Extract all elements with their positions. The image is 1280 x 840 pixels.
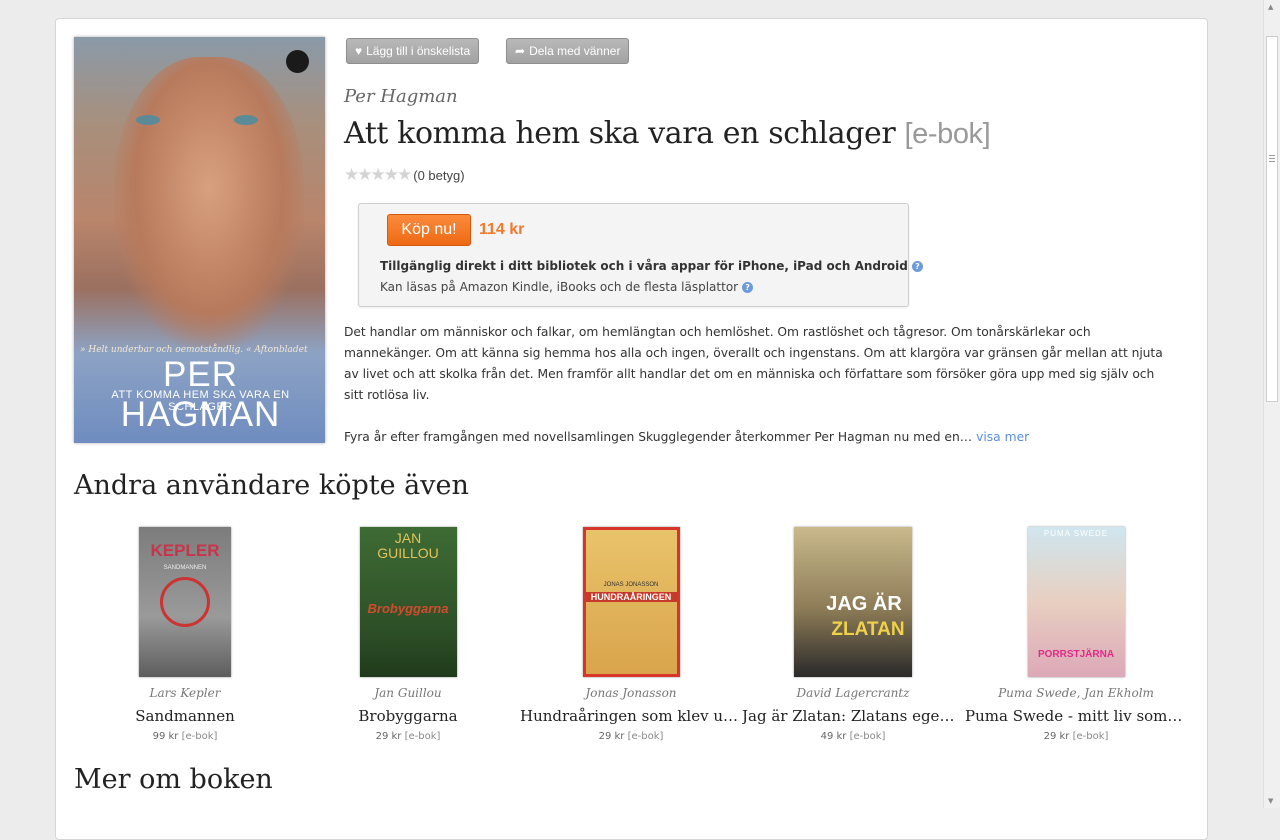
recommendation-title[interactable]: Puma Swede - mitt liv som p... — [965, 707, 1187, 725]
recommendation-price: 29 kr [e-bok] — [965, 731, 1187, 742]
recommendation-price: 29 kr [e-bok] — [297, 731, 519, 742]
star-icon[interactable]: ★ — [384, 167, 399, 184]
price: 114 kr — [479, 221, 525, 238]
share-arrow-icon: ➦ — [515, 44, 526, 58]
recommendation-title[interactable]: Jag är Zlatan: Zlatans egen b... — [742, 707, 964, 725]
vertical-scrollbar[interactable]: ▲ ▼ — [1263, 0, 1280, 808]
recommendation-author[interactable]: Jonas Jonasson — [520, 686, 742, 700]
show-more-link[interactable]: visa mer — [976, 430, 1029, 444]
recommendation-format: [e-bok] — [1072, 731, 1109, 742]
star-icon[interactable]: ★ — [371, 167, 386, 184]
recommendation-title[interactable]: Hundraåringen som klev ut g... — [520, 707, 742, 725]
recommendation-format: [e-bok] — [181, 731, 218, 742]
recommendation-item[interactable]: KEPLER SANDMANNEN Lars Kepler Sandmannen… — [74, 527, 296, 742]
grip-line — [1269, 158, 1275, 159]
description-paragraph: Det handlar om människor och falkar, om … — [344, 325, 1163, 402]
cover-top-text: KEPLER — [150, 541, 220, 560]
book-title-text: Att komma hem ska vara en schlager — [344, 116, 896, 151]
recommendation-price: 49 kr [e-bok] — [742, 731, 964, 742]
book-format: [e-bok] — [904, 118, 991, 150]
cover-face — [114, 57, 304, 347]
recommendation-item[interactable]: JONAS JONASSON HUNDRAÅRINGEN Jonas Jonas… — [520, 527, 742, 742]
rating-stars[interactable]: ★ ★ ★ ★ ★ (0 betyg) — [344, 167, 465, 184]
help-icon[interactable]: ? — [911, 261, 923, 272]
heart-icon: ♥ — [355, 44, 363, 58]
book-cover[interactable]: » Helt underbar och oemotståndlig. « Aft… — [74, 37, 325, 443]
recommendation-author[interactable]: Puma Swede, Jan Ekholm — [965, 686, 1187, 700]
recommendation-price-value: 29 kr — [1043, 731, 1070, 742]
recommendation-item[interactable]: JAN GUILLOU Brobyggarna Jan Guillou Brob… — [297, 527, 519, 742]
buy-now-button[interactable]: Köp nu! — [387, 214, 471, 246]
recommendation-price: 99 kr [e-bok] — [74, 731, 296, 742]
recommendation-format: [e-bok] — [404, 731, 441, 742]
share-button[interactable]: ➦ Dela med vänner — [506, 38, 630, 64]
cover-sub-text: SANDMANNEN — [163, 565, 207, 571]
recommendation-item[interactable]: JAG ÄR ZLATAN David Lagercrantz Jag är Z… — [742, 527, 964, 742]
star-icon[interactable]: ★ — [357, 167, 372, 184]
wishlist-button[interactable]: ♥ Lägg till i önskelista — [346, 38, 480, 64]
cover-sub-text: HUNDRAÅRINGEN — [585, 592, 677, 602]
recommendation-title[interactable]: Brobyggarna — [297, 707, 519, 725]
recommendation-format: [e-bok] — [849, 731, 886, 742]
share-label: Dela med vänner — [529, 44, 621, 58]
scroll-up-arrow-icon[interactable]: ▲ — [1268, 3, 1273, 11]
recommendation-author[interactable]: David Lagercrantz — [742, 686, 964, 700]
scrollbar-thumb[interactable] — [1266, 36, 1278, 402]
recommendation-price-value: 29 kr — [598, 731, 625, 742]
recommendation-cover[interactable]: JONAS JONASSON HUNDRAÅRINGEN — [582, 527, 680, 677]
star-icon[interactable]: ★ — [344, 167, 359, 184]
scroll-down-arrow-icon[interactable]: ▼ — [1268, 797, 1273, 805]
book-author[interactable]: Per Hagman — [344, 86, 458, 107]
recommendation-cover[interactable]: JAG ÄR ZLATAN — [794, 527, 912, 677]
recommendation-title[interactable]: Sandmannen — [74, 707, 296, 725]
cover-subtitle-text: ATT KOMMA HEM SKA VARA EN SCHLAGER — [111, 389, 290, 413]
recommendation-cover[interactable]: KEPLER SANDMANNEN — [139, 527, 231, 677]
book-title: Att komma hem ska vara en schlager [e-bo… — [344, 116, 991, 151]
cover-quote: » Helt underbar och oemotståndlig. « Aft… — [80, 345, 308, 355]
buy-box: Köp nu! 114 kr Tillgänglig direkt i ditt… — [358, 203, 923, 307]
recommendations-heading: Andra användare köpte även — [74, 470, 469, 501]
wishlist-label: Lägg till i önskelista — [366, 44, 471, 58]
availability-readers-text: Kan läsas på Amazon Kindle, iBooks och d… — [380, 280, 739, 294]
recommendation-format: [e-bok] — [627, 731, 664, 742]
cover-top-text: JAG ÄR — [826, 593, 902, 615]
help-icon[interactable]: ? — [742, 282, 754, 293]
availability-readers: Kan läsas på Amazon Kindle, iBooks och d… — [380, 280, 754, 294]
recommendation-price-value: 29 kr — [375, 731, 402, 742]
cover-top-text: JONAS JONASSON — [603, 582, 659, 588]
more-about-book-heading: Mer om boken — [74, 764, 273, 795]
rating-count: (0 betyg) — [413, 168, 465, 183]
cover-eye-right — [234, 115, 258, 125]
cover-dot — [286, 50, 309, 73]
recommendation-author[interactable]: Lars Kepler — [74, 686, 296, 700]
cover-sub-text: Brobyggarna — [367, 601, 449, 616]
grip-line — [1269, 161, 1275, 162]
recommendation-cover[interactable]: JAN GUILLOU Brobyggarna — [359, 527, 457, 677]
recommendation-price-value: 49 kr — [820, 731, 847, 742]
recommendation-price: 29 kr [e-bok] — [520, 731, 742, 742]
cover-top-text: JAN GUILLOU — [377, 530, 439, 561]
cover-top-text: PUMA SWEDE — [1043, 529, 1109, 538]
star-icon[interactable]: ★ — [397, 167, 412, 184]
recommendation-item[interactable]: PUMA SWEDE PORRSTJÄRNA Puma Swede, Jan E… — [965, 527, 1187, 742]
cover-eye-left — [136, 115, 160, 125]
recommendation-cover[interactable]: PUMA SWEDE PORRSTJÄRNA — [1027, 527, 1125, 677]
recommendation-author[interactable]: Jan Guillou — [297, 686, 519, 700]
cover-sub-text: ZLATAN — [831, 619, 905, 640]
cover-ring — [160, 577, 210, 627]
availability-apps-text: Tillgänglig direkt i ditt bibliotek och … — [380, 259, 908, 273]
description-excerpt-text: Fyra år efter framgången med novellsamli… — [344, 430, 973, 444]
availability-apps: Tillgänglig direkt i ditt bibliotek och … — [380, 259, 923, 273]
recommendation-price-value: 99 kr — [152, 731, 179, 742]
cover-sub-text: PORRSTJÄRNA — [1037, 649, 1115, 660]
description-excerpt: Fyra år efter framgången med novellsamli… — [344, 427, 1174, 448]
grip-line — [1269, 155, 1275, 156]
